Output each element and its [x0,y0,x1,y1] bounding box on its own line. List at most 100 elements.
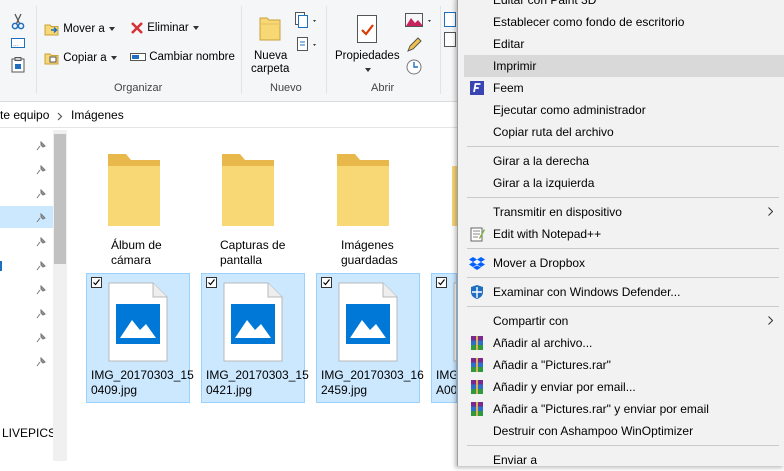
new-item-icon[interactable] [295,12,319,30]
menu-item-add-rar-and-email[interactable]: Añadir a "Pictures.rar" y enviar por ema… [458,398,784,420]
menu-item-run-as-admin[interactable]: Ejecutar como administrador [458,99,784,121]
menu-item-label: Compartir con [493,314,569,328]
menu-item-add-and-email[interactable]: Añadir y enviar por email... [458,376,784,398]
copy-to-button[interactable]: Copiar a [44,50,117,66]
menu-item-label: Feem [493,81,524,95]
file-label: IMG [436,368,457,382]
item-checkbox[interactable] [91,277,102,288]
pin-icon[interactable] [36,333,46,343]
menu-item-label: Añadir a "Pictures.rar" [493,358,611,372]
file-item[interactable]: IMG_20170303_15 0421.jpg [201,273,309,403]
menu-item-label: Enviar a [493,453,538,467]
new-folder-label-2: carpeta [251,63,290,75]
open-group-label: Abrir [371,82,395,94]
menu-item-rotate-left[interactable]: Girar a la izquierda [458,172,784,194]
move-to-button[interactable]: Mover a [44,21,115,37]
folder-icon [337,154,389,226]
file-item[interactable]: IMG_20170303_15 0409.jpg [86,273,194,403]
menu-separator [467,306,779,307]
menu-item-move-to-dropbox[interactable]: Mover a Dropbox [458,252,784,274]
checkmark-icon [93,279,100,286]
winrar-icon [471,336,483,350]
svg-text:...: ... [13,42,18,48]
paste-shortcut-icon[interactable] [11,57,25,73]
item-checkbox[interactable] [321,277,332,288]
menu-item-label: Transmitir en dispositivo [493,205,622,219]
menu-item-send-to[interactable]: Enviar a [458,449,784,471]
pin-icon[interactable] [36,357,46,367]
menu-item-label: Añadir a "Pictures.rar" y enviar por ema… [493,402,709,416]
menu-item-add-to-pictures-rar[interactable]: Añadir a "Pictures.rar" [458,354,784,376]
pin-icon[interactable] [36,237,46,247]
item-checkbox[interactable] [206,277,217,288]
folder-item[interactable] [335,150,397,232]
menu-separator [467,197,779,198]
menu-separator [467,146,779,147]
properties-button[interactable]: Propiedades [333,14,403,78]
menu-item-label: Añadir al archivo... [493,336,593,350]
folder-item[interactable] [220,150,282,232]
feem-icon [470,81,484,95]
copy-to-icon [44,53,59,65]
menu-item-add-to-archive[interactable]: Añadir al archivo... [458,332,784,354]
menu-item-copy-path[interactable]: Copiar ruta del archivo [458,121,784,143]
menu-item-print[interactable]: Imprimir [464,55,784,77]
file-label: IMG_20170303_16 [321,368,424,382]
ribbon-separator [326,6,327,94]
copy-to-label: Copiar a [63,52,107,65]
properties-icon [357,15,377,43]
menu-item-edit[interactable]: Editar [458,33,784,55]
select-icon[interactable] [444,12,456,52]
menu-item-share-with[interactable]: Compartir con [458,310,784,332]
nav-item-livepics[interactable]: LIVEPICS [2,426,56,440]
file-label: 0409.jpg [91,383,138,397]
folder-icon [108,154,160,226]
checkmark-icon [323,279,330,286]
pin-icon[interactable] [36,141,46,151]
folder-label: guardadas [341,253,398,267]
menu-item-rotate-right[interactable]: Girar a la derecha [458,150,784,172]
menu-item-label: Editar con Paint 3D [493,0,597,7]
breadcrumb-images[interactable]: Imágenes [71,108,124,122]
pin-icon[interactable] [36,309,46,319]
notepadpp-icon [470,227,485,242]
menu-item-label: Girar a la derecha [493,154,590,168]
menu-item-scan-defender[interactable]: Examinar con Windows Defender... [458,281,784,303]
pin-icon[interactable] [36,285,46,295]
checkmark-icon [438,279,445,286]
menu-item-ashampoo-shred[interactable]: Destruir con Ashampoo WinOptimizer [458,420,784,442]
menu-item-edit-paint3d[interactable]: Editar con Paint 3D [458,0,784,11]
delete-button[interactable]: Eliminar [130,21,199,35]
pin-icon[interactable] [36,189,46,199]
edit-icon[interactable] [405,36,423,54]
easy-access-icon[interactable] [295,36,319,54]
folder-icon [222,154,274,226]
menu-item-feem[interactable]: Feem [458,77,784,99]
menu-item-edit-notepadpp[interactable]: Edit with Notepad++ [458,223,784,245]
file-item[interactable]: IMG_20170303_16 2459.jpg [316,273,424,403]
menu-item-set-wallpaper[interactable]: Establecer como fondo de escritorio [458,11,784,33]
folder-label: Capturas de [220,238,286,252]
breadcrumb-separator-icon [57,112,63,121]
pin-icon[interactable] [36,261,46,271]
checkmark-icon [208,279,215,286]
copy-path-icon[interactable]: ... [11,38,25,48]
submenu-arrow-icon [768,207,773,216]
nav-scrollbar[interactable] [53,130,67,461]
new-folder-button[interactable]: Nueva carpeta [248,14,292,78]
folder-item[interactable] [106,150,168,232]
menu-separator [467,248,779,249]
scrollbar-thumb[interactable] [54,134,66,264]
cut-icon[interactable] [11,12,25,30]
image-file-icon [108,282,168,362]
menu-item-cast-to-device[interactable]: Transmitir en dispositivo [458,201,784,223]
pin-icon[interactable] [36,213,46,223]
item-checkbox[interactable] [436,277,447,288]
rename-button[interactable]: Cambiar nombre [130,50,235,64]
history-icon[interactable] [405,58,423,76]
pin-icon[interactable] [36,165,46,175]
open-with-icon[interactable] [405,12,435,30]
folder-label: Álbum de [111,238,162,252]
file-item[interactable]: IMG A00 [431,273,457,403]
breadcrumb-this-pc[interactable]: te equipo [0,108,49,122]
